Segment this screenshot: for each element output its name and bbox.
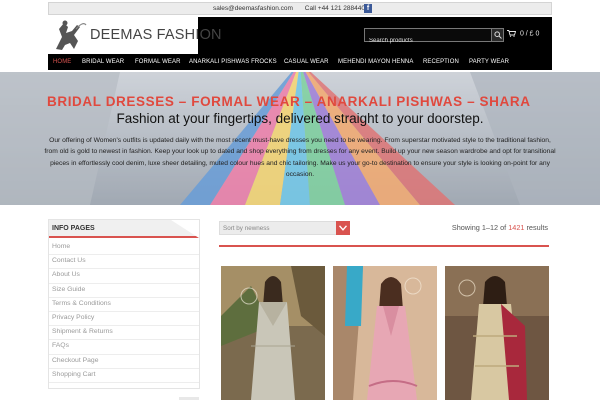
nav-item-formal-wear[interactable]: FORMAL WEAR — [135, 59, 181, 65]
result-count: Showing 1–12 of 1421 results — [452, 223, 548, 232]
nav-item-home[interactable]: HOME — [53, 59, 71, 65]
info-pages-widget: INFO PAGES Home Contact Us About Us Size… — [48, 219, 200, 400]
logo-mark-icon — [56, 20, 87, 50]
result-count-total: 1421 — [508, 223, 525, 232]
hero-banner: BRIDAL DRESSES – FORMAL WEAR – ANARKALI … — [0, 72, 600, 205]
contact-email[interactable]: sales@deemasfashion.com — [213, 5, 293, 12]
logo[interactable]: DEEMAS FASHION — [48, 17, 222, 54]
sidebar-link-home[interactable]: Home — [49, 241, 199, 256]
sidebar-link-about[interactable]: About Us — [49, 269, 199, 284]
cart-summary[interactable]: 0 / £ 0 — [507, 30, 539, 37]
search-input[interactable] — [365, 35, 491, 47]
result-count-prefix: Showing 1–12 of — [451, 223, 507, 232]
product-image[interactable] — [221, 266, 325, 400]
hero-subtitle: Fashion at your fingertips, delivered st… — [116, 111, 484, 126]
sidebar-link-shipment[interactable]: Shipment & Returns — [49, 326, 199, 341]
info-pages-list: Home Contact Us About Us Size Guide Term… — [49, 241, 199, 383]
product-card[interactable] — [221, 266, 325, 400]
product-image[interactable] — [333, 266, 437, 400]
section-divider — [219, 245, 549, 247]
nav-item-anarkali[interactable]: ANARKALI PISHWAS FROCKS — [189, 59, 277, 65]
widget-header: INFO PAGES — [49, 220, 199, 238]
product-card[interactable] — [333, 266, 437, 400]
product-image[interactable] — [445, 266, 549, 400]
sidebar-link-cart[interactable]: Shopping Cart — [49, 369, 199, 383]
nav-item-party-wear[interactable]: PARTY WEAR — [469, 59, 509, 65]
top-contact-bar: sales@deemasfashion.com Call +44 121 288… — [48, 2, 552, 15]
search-icon — [494, 31, 502, 39]
site-header: DEEMAS FASHION 0 / £ 0 HOME BRIDAL WEAR … — [48, 17, 552, 70]
nav-item-casual-wear[interactable]: CASUAL WEAR — [284, 59, 329, 65]
nav-item-reception[interactable]: RECEPTION — [423, 59, 459, 65]
search-box — [364, 28, 504, 47]
nav-item-bridal-wear[interactable]: BRIDAL WEAR — [82, 59, 124, 65]
sort-selected-value: Sort by newness — [223, 225, 270, 232]
logo-text: DEEMAS FASHION — [90, 27, 222, 43]
search-button[interactable] — [491, 29, 503, 41]
cart-total: 0 / £ 0 — [519, 30, 540, 38]
sort-select[interactable]: Sort by newness — [219, 221, 350, 235]
sidebar-link-privacy[interactable]: Privacy Policy — [49, 312, 199, 327]
main-nav: HOME BRIDAL WEAR FORMAL WEAR ANARKALI PI… — [48, 57, 552, 70]
product-card[interactable] — [445, 266, 549, 400]
hero-title: BRIDAL DRESSES – FORMAL WEAR – ANARKALI … — [47, 94, 531, 109]
sidebar-link-faqs[interactable]: FAQs — [49, 340, 199, 355]
sidebar-link-size-guide[interactable]: Size Guide — [49, 284, 199, 298]
nav-item-mehendi[interactable]: MEHENDI MAYON HENNA — [338, 59, 413, 65]
result-count-suffix: results — [526, 223, 549, 232]
sort-dropdown-button[interactable] — [336, 221, 350, 235]
contact-info: sales@deemasfashion.com Call +44 121 288… — [213, 5, 379, 12]
sidebar-link-contact[interactable]: Contact Us — [49, 255, 199, 270]
sidebar-link-terms[interactable]: Terms & Conditions — [49, 298, 199, 312]
widget-title: INFO PAGES — [52, 225, 95, 232]
contact-phone: Call +44 121 2884400 — [304, 5, 369, 12]
cart-icon — [507, 30, 516, 37]
chevron-down-icon — [339, 225, 347, 231]
facebook-icon[interactable]: f — [364, 4, 372, 13]
sidebar-link-checkout[interactable]: Checkout Page — [49, 355, 199, 369]
hero-description: Our offering of Women's outfits is updat… — [44, 137, 556, 178]
